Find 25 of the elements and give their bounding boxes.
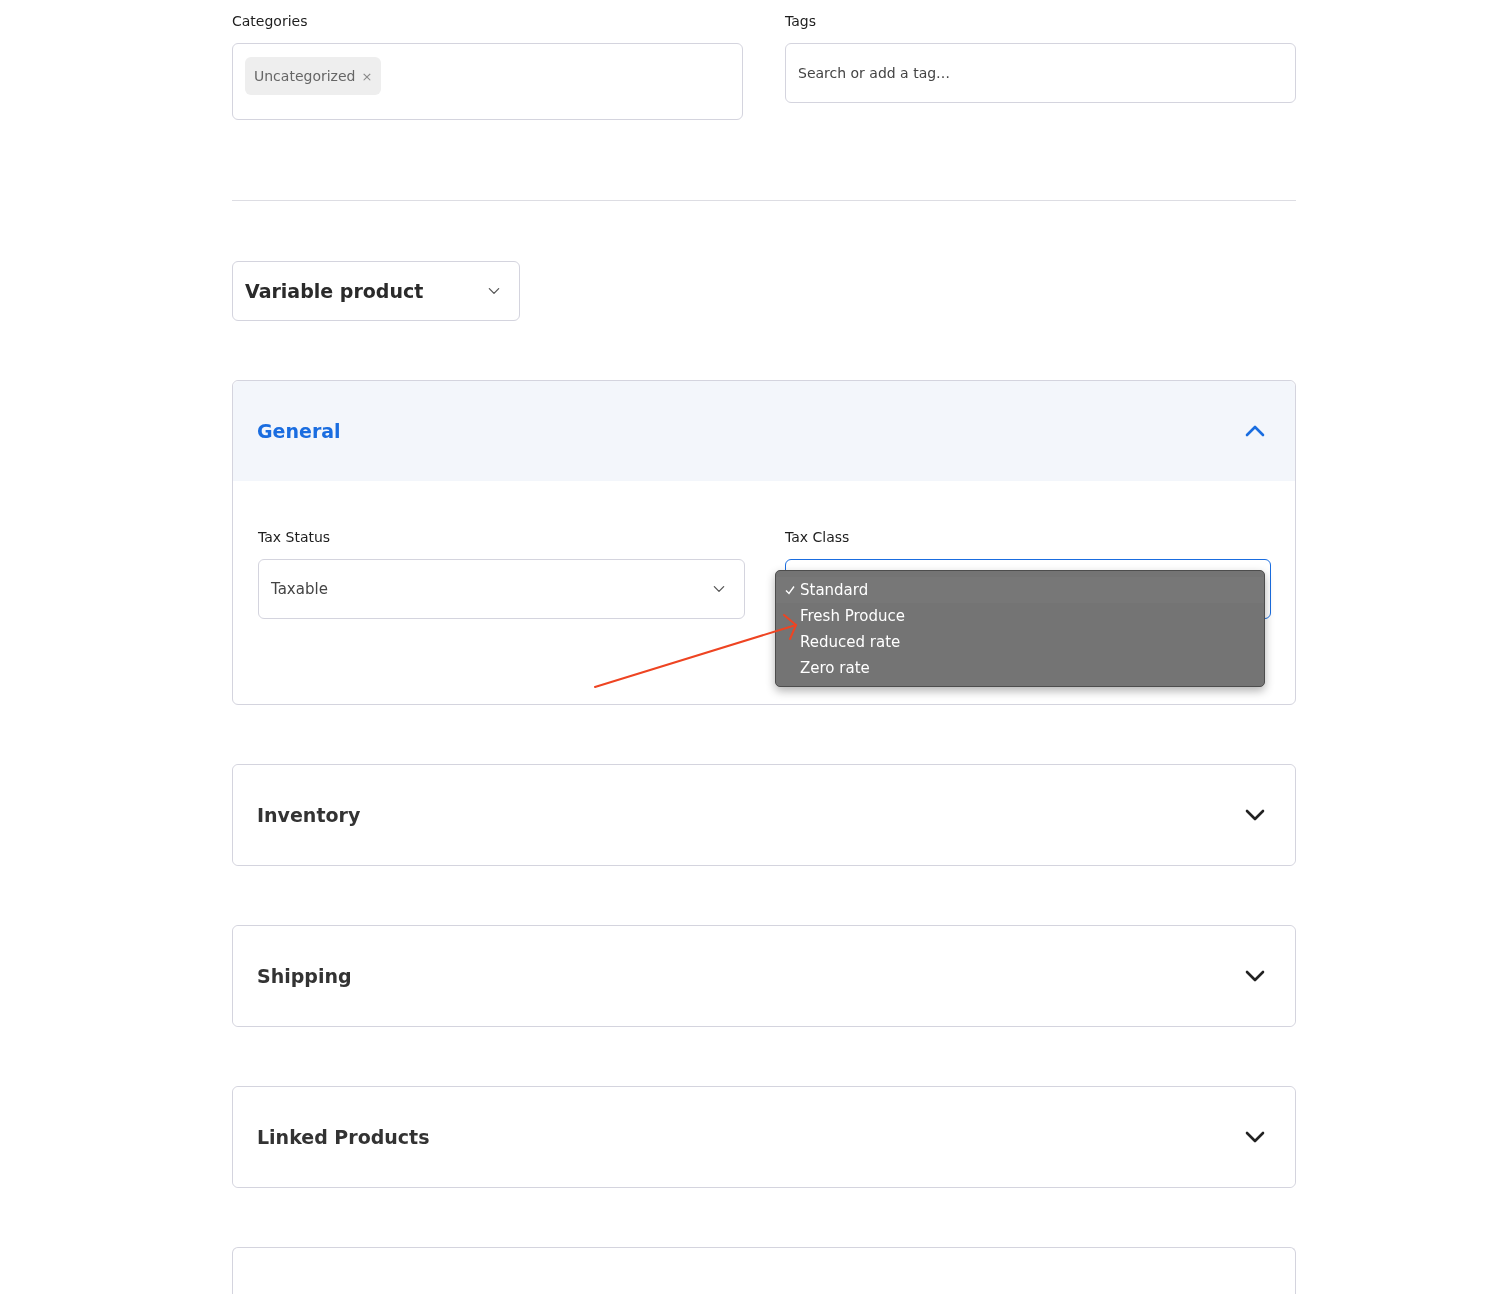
section-header[interactable]: Inventory <box>233 765 1295 865</box>
field-label: Categories <box>232 13 309 29</box>
menu-option[interactable]: Reduced rate <box>776 629 1264 655</box>
select-value: Variable product <box>245 280 424 302</box>
section-title: Linked Products <box>257 1126 430 1148</box>
select-field[interactable]: Taxable <box>258 559 745 619</box>
select-value: Taxable <box>271 580 328 598</box>
categories-field[interactable]: Uncategorized × <box>232 43 743 120</box>
product-type-select[interactable]: Variable product <box>232 261 520 321</box>
tag-search-field[interactable]: Search or add a tag… <box>785 43 1296 103</box>
section-title: Inventory <box>257 804 361 826</box>
menu-option[interactable]: Standard <box>776 577 1264 603</box>
section-header[interactable]: Shipping <box>233 926 1295 1026</box>
checkmark-icon <box>785 584 795 595</box>
section-title: General <box>257 420 341 442</box>
section-header[interactable]: Linked Products <box>233 1087 1295 1187</box>
field-label: Tax Class <box>785 529 851 545</box>
menu-option[interactable]: Fresh Produce <box>776 603 1264 629</box>
tag-label: Uncategorized <box>254 68 356 84</box>
remove-button[interactable]: × <box>361 68 373 84</box>
field-label: Tags <box>785 13 817 29</box>
section-header[interactable]: General <box>233 381 1295 481</box>
menu-option[interactable]: Zero rate <box>776 655 1264 681</box>
field-label: Tax Status <box>258 529 332 545</box>
section-title: Shipping <box>257 965 352 987</box>
